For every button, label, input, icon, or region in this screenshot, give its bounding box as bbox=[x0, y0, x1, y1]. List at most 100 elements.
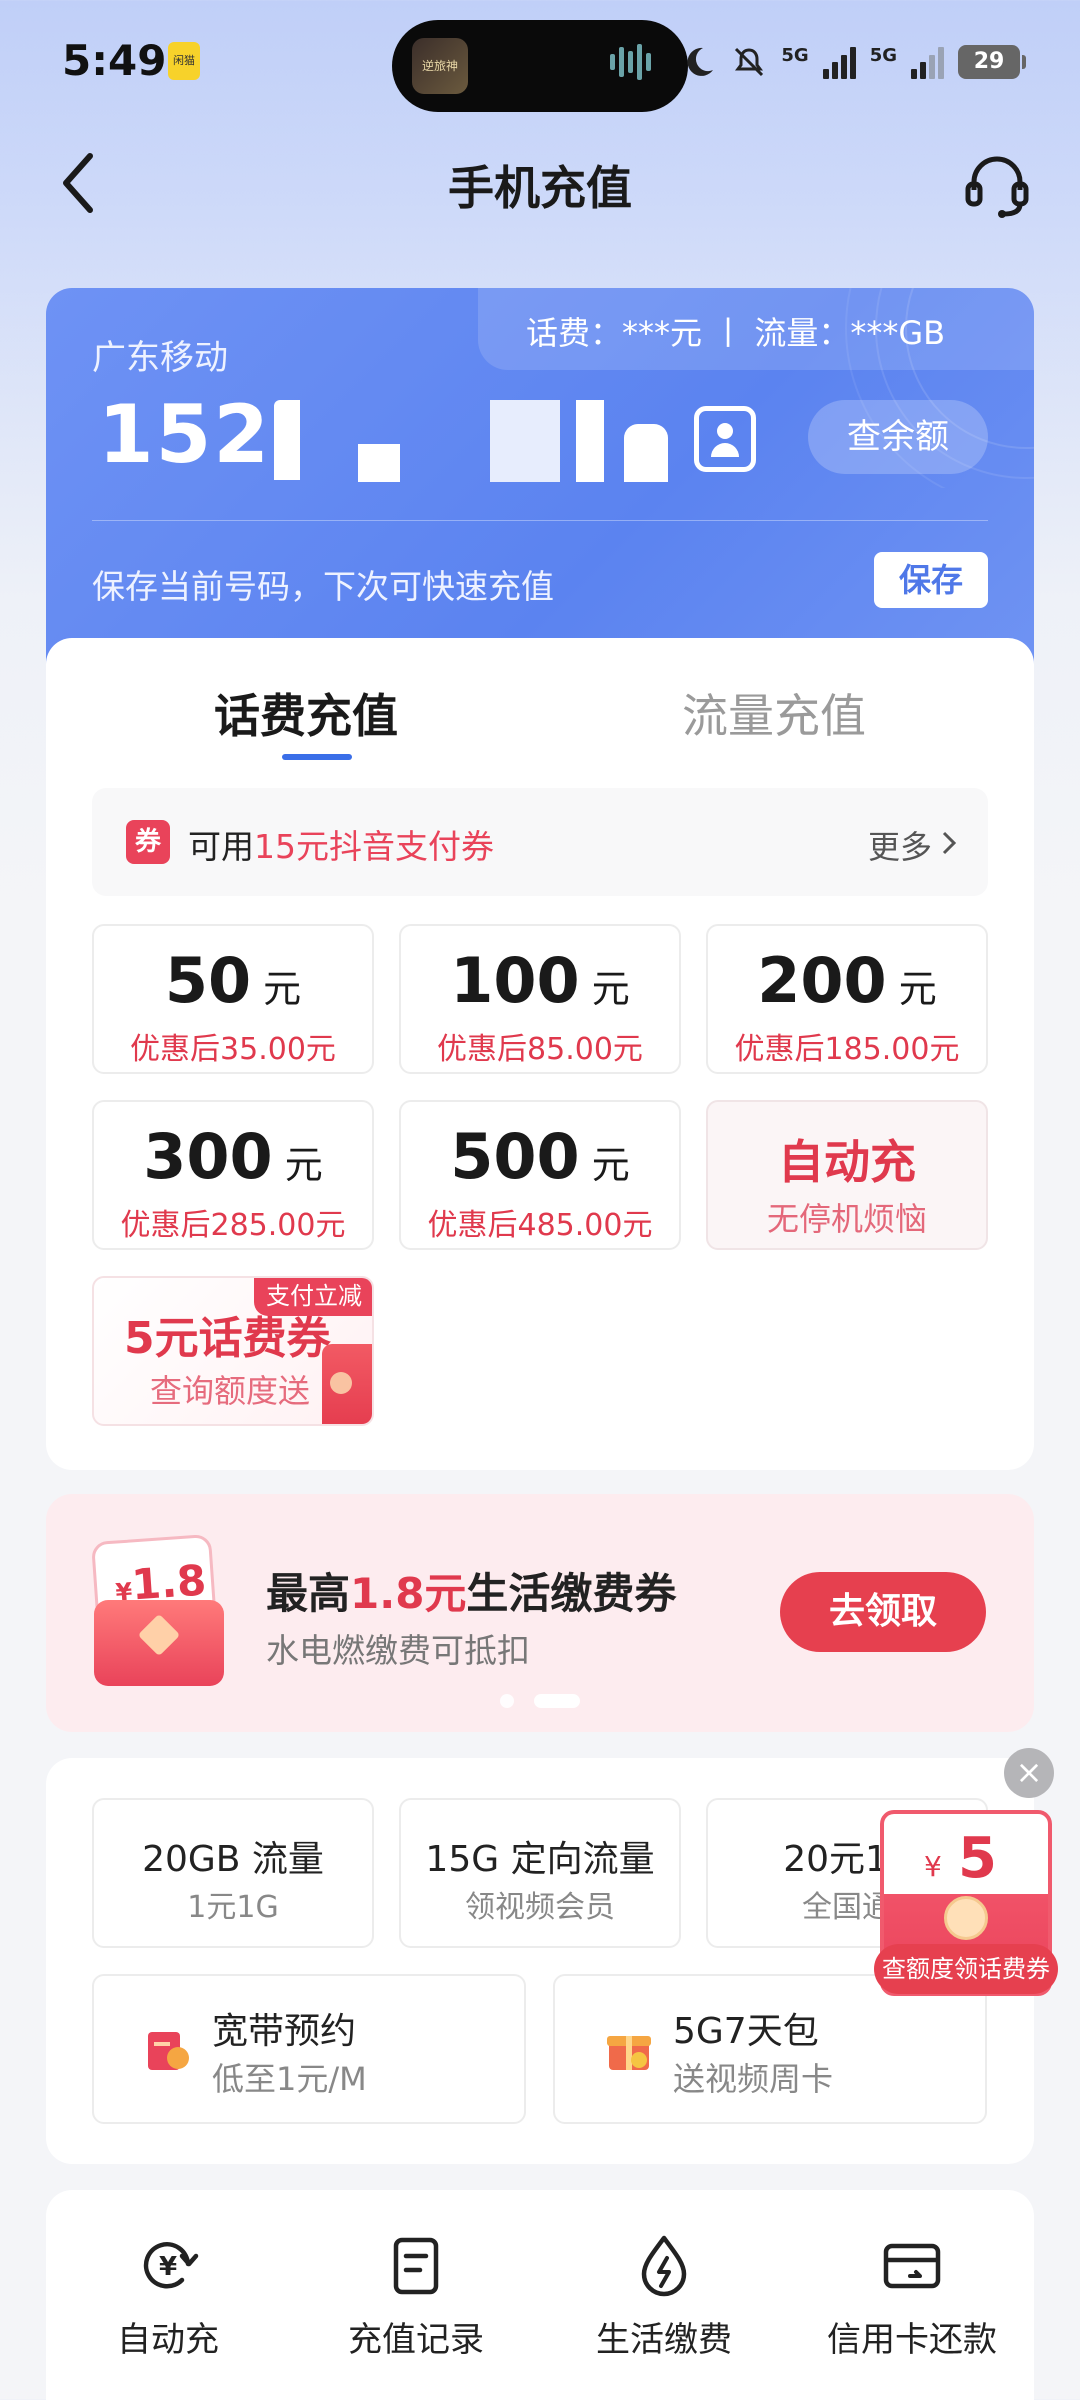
service-title: 宽带预约 bbox=[212, 2011, 357, 2052]
contacts-icon[interactable] bbox=[694, 406, 756, 472]
battery-icon: 29 bbox=[958, 45, 1026, 79]
banner-title-highlight: 1.8元 bbox=[350, 1569, 467, 1618]
voucher-card[interactable]: 5元话费券 查询额度送 支付立减 bbox=[92, 1276, 374, 1426]
service-subtitle: 低至1元/M bbox=[212, 2060, 367, 2098]
masked-digit bbox=[624, 424, 668, 482]
network-label-1: 5G bbox=[781, 44, 809, 66]
amount-option-100[interactable]: 100 元 优惠后85.00元 bbox=[399, 924, 681, 1074]
bottom-shortcuts: ¥ 自动充 充值记录 生活缴费 信用卡还款 bbox=[46, 2190, 1034, 2400]
carousel-dot-active[interactable] bbox=[534, 1694, 580, 1708]
tab-indicator bbox=[282, 754, 352, 760]
app-notification-icon: 闲猫 bbox=[168, 42, 200, 80]
amount-discount: 优惠后185.00元 bbox=[734, 1032, 960, 1067]
credit-card-icon bbox=[883, 2243, 941, 2289]
phone-number[interactable]: 152 bbox=[98, 388, 271, 481]
service-subtitle: 领视频会员 bbox=[465, 1890, 615, 1925]
recharge-panel: 话费充值 流量充值 券 可用15元抖音支付券 更多 50 元 优惠后35.00元 … bbox=[46, 638, 1034, 1470]
amount-option-500[interactable]: 500 元 优惠后485.00元 bbox=[399, 1100, 681, 1250]
amount-discount: 优惠后85.00元 bbox=[437, 1032, 643, 1067]
float-label[interactable]: 查额度领话费券 bbox=[874, 1944, 1058, 1994]
amount-option-200[interactable]: 200 元 优惠后185.00元 bbox=[706, 924, 988, 1074]
tab-data-recharge[interactable]: 流量充值 bbox=[682, 680, 866, 746]
coupon-bar[interactable]: 券 可用15元抖音支付券 更多 bbox=[92, 788, 988, 896]
carrier-label: 广东移动 bbox=[92, 338, 228, 378]
amount-discount: 优惠后485.00元 bbox=[427, 1208, 653, 1243]
service-data-20gb[interactable]: 20GB 流量 1元1G bbox=[92, 1798, 374, 1948]
masked-digit bbox=[490, 400, 560, 482]
auto-recharge-title: 自动充 bbox=[778, 1135, 916, 1189]
amount-option-50[interactable]: 50 元 优惠后35.00元 bbox=[92, 924, 374, 1074]
divider bbox=[92, 520, 988, 521]
records-icon bbox=[393, 2237, 439, 2295]
service-directed-data[interactable]: 15G 定向流量 领视频会员 bbox=[399, 1798, 681, 1948]
shortcut-utilities[interactable]: 生活缴费 bbox=[564, 2234, 764, 2361]
red-envelope-icon bbox=[148, 2032, 189, 2070]
balance-info: 话费：***元 丨 流量：***GB bbox=[526, 314, 946, 352]
banner-subtitle: 水电燃缴费可抵扣 bbox=[266, 1631, 530, 1670]
shortcut-records[interactable]: 充值记录 bbox=[316, 2234, 516, 2361]
service-subtitle: 1元1G bbox=[187, 1890, 279, 1925]
auto-recharge-option[interactable]: 自动充 无停机烦恼 bbox=[706, 1100, 988, 1250]
banner-title-prefix: 最高 bbox=[266, 1569, 351, 1618]
coupon-more-link[interactable]: 更多 bbox=[868, 822, 932, 868]
service-title: 20GB 流量 bbox=[142, 1839, 324, 1880]
save-hint: 保存当前号码，下次可快速充值 bbox=[92, 567, 554, 606]
banner-title-suffix: 生活缴费券 bbox=[466, 1569, 677, 1618]
coupon-icon: 券 bbox=[126, 820, 170, 864]
amount-number: 300 bbox=[143, 1120, 273, 1193]
media-thumbnail[interactable]: 逆旅神 bbox=[412, 38, 468, 94]
service-broadband[interactable]: 宽带预约 低至1元/M bbox=[92, 1974, 526, 2124]
amount-value: 300 元 bbox=[94, 1120, 372, 1193]
amount-option-300[interactable]: 300 元 优惠后285.00元 bbox=[92, 1100, 374, 1250]
check-balance-button[interactable]: 查余额 bbox=[808, 400, 988, 474]
claim-button[interactable]: 去领取 bbox=[780, 1572, 986, 1652]
voucher-badge: 支付立减 bbox=[254, 1278, 372, 1316]
coupon-highlight: 15元抖音支付券 bbox=[254, 827, 494, 866]
red-packet-icon bbox=[322, 1344, 372, 1424]
status-bar: 5:49 闲猫 逆旅神 5G 5G 29 bbox=[0, 0, 1080, 130]
amount-unit: 元 bbox=[263, 967, 302, 1011]
coupon-prefix: 可用 bbox=[188, 827, 254, 866]
page-title: 手机充值 bbox=[448, 161, 632, 215]
promo-banner[interactable]: ¥1.8 最高1.8元生活缴费券 水电燃缴费可抵扣 去领取 bbox=[46, 1494, 1034, 1732]
coin-icon bbox=[944, 1896, 988, 1940]
signal-icon-1 bbox=[822, 45, 856, 79]
banner-title: 最高1.8元生活缴费券 bbox=[266, 1560, 676, 1621]
coupon-text: 可用15元抖音支付券 bbox=[188, 820, 494, 868]
masked-digit bbox=[358, 444, 400, 482]
save-button[interactable]: 保存 bbox=[874, 552, 988, 608]
masked-digit bbox=[274, 400, 300, 480]
amount-value: 50 元 bbox=[94, 944, 372, 1017]
shortcut-label: 充值记录 bbox=[348, 2320, 484, 2360]
auto-recharge-icon: ¥ bbox=[143, 2242, 199, 2289]
amount-unit: 元 bbox=[591, 1143, 630, 1187]
carousel-dot[interactable] bbox=[500, 1694, 514, 1708]
shortcut-credit-card[interactable]: 信用卡还款 bbox=[812, 2234, 1012, 2361]
amount-value: 500 元 bbox=[401, 1120, 679, 1193]
amount-discount: 优惠后285.00元 bbox=[120, 1208, 346, 1243]
amount-unit: 元 bbox=[898, 967, 937, 1011]
red-packet-icon: ¥1.8 bbox=[91, 1533, 224, 1688]
phone-number-card: 话费：***元 丨 流量：***GB 广东移动 152 查余额 保存当前号码，下… bbox=[46, 288, 1034, 668]
signal-icon-2 bbox=[911, 45, 944, 79]
svg-text:¥: ¥ bbox=[159, 2252, 177, 2282]
masked-digit bbox=[576, 400, 604, 482]
amount-unit: 元 bbox=[284, 1143, 323, 1187]
close-float-button[interactable]: × bbox=[1004, 1748, 1054, 1798]
amount-number: 100 bbox=[450, 944, 580, 1017]
customer-service-icon[interactable] bbox=[962, 150, 1032, 220]
gift-box-icon bbox=[607, 2036, 651, 2070]
float-amount: 5 bbox=[958, 1826, 997, 1891]
float-currency: ¥ bbox=[924, 1850, 942, 1883]
auto-recharge-subtitle: 无停机烦恼 bbox=[766, 1200, 927, 1238]
chevron-right-icon bbox=[942, 831, 957, 855]
shortcut-label: 信用卡还款 bbox=[827, 2320, 997, 2360]
tab-call-recharge[interactable]: 话费充值 bbox=[214, 680, 398, 746]
status-time: 5:49 bbox=[62, 36, 167, 85]
service-title: 5G7天包 bbox=[673, 2011, 819, 2052]
voucher-subtitle: 查询额度送 bbox=[150, 1372, 311, 1410]
shortcut-auto-recharge[interactable]: ¥ 自动充 bbox=[68, 2234, 268, 2361]
service-subtitle: 送视频周卡 bbox=[673, 2060, 834, 2098]
shortcut-label: 自动充 bbox=[117, 2320, 219, 2360]
service-5g-pack[interactable]: 5G7天包 送视频周卡 bbox=[553, 1974, 987, 2124]
